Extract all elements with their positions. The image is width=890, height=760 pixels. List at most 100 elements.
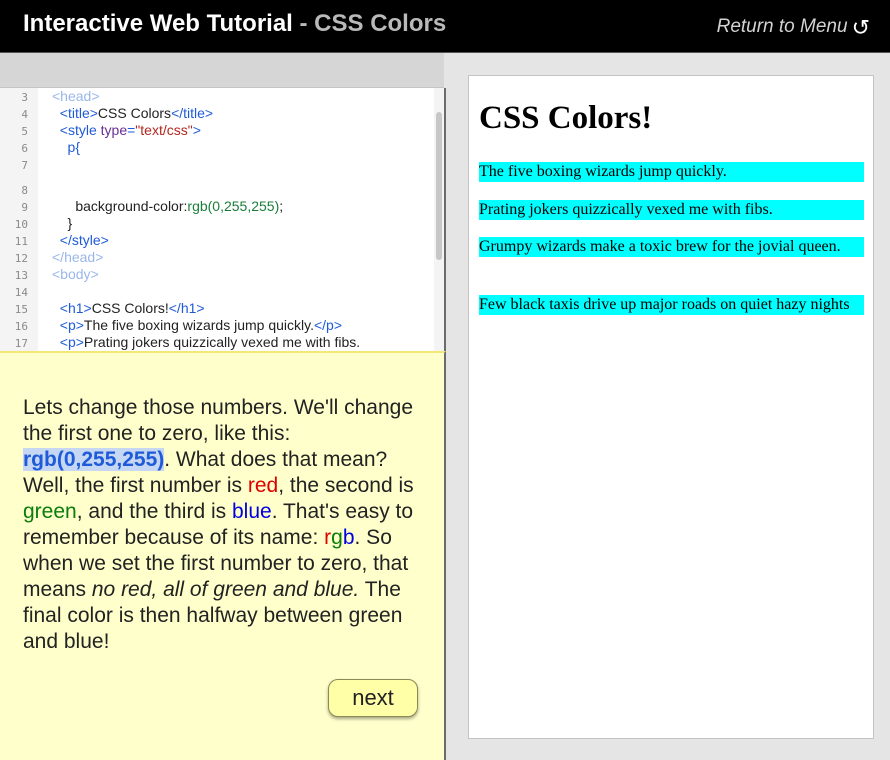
code-text: } xyxy=(52,215,73,232)
code-line[interactable]: 11 </style> xyxy=(0,232,434,249)
line-number: 10 xyxy=(14,218,28,231)
line-number: 5 xyxy=(21,125,28,138)
app-header: Interactive Web Tutorial - CSS Colors Re… xyxy=(0,0,890,53)
page-title: Interactive Web Tutorial - CSS Colors xyxy=(23,10,446,38)
code-line[interactable]: 12 </head> xyxy=(0,249,434,266)
code-token: ; xyxy=(279,198,284,214)
line-number: 7 xyxy=(21,159,28,172)
code-token: </h1> xyxy=(168,300,205,316)
code-line[interactable]: 13 <body> xyxy=(0,266,434,283)
code-text: background-color:rgb(0,255,255); xyxy=(52,198,283,215)
line-number: 4 xyxy=(21,108,28,121)
code-token: } xyxy=(52,215,73,231)
code-token: </title> xyxy=(171,105,214,121)
code-line[interactable]: 6 p{ xyxy=(0,139,434,156)
code-text: <style type="text/css"> xyxy=(52,122,201,139)
code-text: </head> xyxy=(52,249,103,266)
code-token: Prating jokers quizzically vexed me with… xyxy=(83,334,361,350)
code-text: <p>The five boxing wizards jump quickly.… xyxy=(52,317,342,334)
preview-paragraph: Grumpy wizards make a toxic brew for the… xyxy=(479,237,864,257)
code-token: type xyxy=(100,122,128,138)
letter-g: g xyxy=(331,526,343,549)
editor-scroll-thumb[interactable] xyxy=(436,112,442,260)
code-token: <head> xyxy=(52,88,100,104)
code-token: </head> xyxy=(52,249,104,265)
app-title: Interactive Web Tutorial xyxy=(23,10,293,37)
instruction-text-3: , the second is xyxy=(278,474,414,497)
preview-paragraph: Few black taxis drive up major roads on … xyxy=(479,295,864,315)
instruction-panel: Lets change those numbers. We'll change … xyxy=(0,351,446,760)
preview-heading: CSS Colors! xyxy=(479,100,653,136)
code-line[interactable]: 17 <p>Prating jokers quizzically vexed m… xyxy=(0,334,434,351)
line-number: 6 xyxy=(21,142,28,155)
code-token: <body> xyxy=(52,266,99,282)
code-editor[interactable]: 3 <head> 4 <title>CSS Colors</title> 5 <sty… xyxy=(0,88,446,352)
code-token: <h1> xyxy=(59,300,92,316)
code-line[interactable]: 4 <title>CSS Colors</title> xyxy=(0,105,434,122)
code-line[interactable]: 14 xyxy=(0,283,434,300)
code-token: The five boxing wizards jump quickly. xyxy=(83,317,314,333)
code-text: <body> xyxy=(52,266,99,283)
left-pane: 3 <head> 4 <title>CSS Colors</title> 5 <sty… xyxy=(0,53,446,760)
code-text: <h1>CSS Colors!</h1> xyxy=(52,300,205,317)
code-line[interactable]: 3 <head> xyxy=(0,88,434,105)
word-blue: blue xyxy=(231,500,272,523)
code-token: CSS Colors! xyxy=(91,300,169,316)
code-token: > xyxy=(192,122,201,138)
code-token: rgb(0,255,255) xyxy=(187,198,280,214)
code-line[interactable]: 5 <style type="text/css"> xyxy=(0,122,434,139)
instruction-emphasis: no red, all of green and blue. xyxy=(91,578,360,601)
instruction-text-1: Lets change those numbers. We'll change … xyxy=(23,396,414,445)
return-to-menu-label: Return to Menu xyxy=(716,16,848,37)
word-red: red xyxy=(247,474,279,497)
code-token: p{ xyxy=(52,139,81,155)
preview-frame: CSS Colors! The five boxing wizards jump… xyxy=(468,75,874,739)
preview-paragraph: The five boxing wizards jump quickly. xyxy=(479,162,864,182)
code-token: "text/css" xyxy=(135,122,193,138)
code-token: <title> xyxy=(59,105,98,121)
line-number: 17 xyxy=(14,337,28,350)
code-line[interactable]: 9 background-color:rgb(0,255,255); xyxy=(0,198,434,215)
line-number: 13 xyxy=(14,269,28,282)
editor-toolbar xyxy=(0,53,444,88)
code-token: </style> xyxy=(59,232,109,248)
rgb-code-highlight: rgb(0,255,255) xyxy=(23,448,165,471)
code-line[interactable]: 8 xyxy=(0,181,434,198)
code-line[interactable]: 7 xyxy=(0,156,434,173)
return-to-menu-link[interactable]: Return to Menu ↺ xyxy=(716,12,870,40)
next-button[interactable]: next xyxy=(328,679,418,717)
word-green: green xyxy=(23,500,77,523)
code-token: <style xyxy=(59,122,101,138)
line-number: 3 xyxy=(21,91,28,104)
line-number: 8 xyxy=(21,184,28,197)
code-text: </style> xyxy=(52,232,109,249)
lesson-title: CSS Colors xyxy=(314,10,447,37)
code-token: <p> xyxy=(59,334,84,350)
line-number: 9 xyxy=(21,201,28,214)
code-text: <title>CSS Colors</title> xyxy=(52,105,213,122)
line-number: 16 xyxy=(14,320,28,333)
line-number: 15 xyxy=(14,303,28,316)
instruction-text: Lets change those numbers. We'll change … xyxy=(23,395,427,655)
editor-scrollbar[interactable] xyxy=(434,88,444,352)
preview-paragraph: Prating jokers quizzically vexed me with… xyxy=(479,200,864,220)
letter-b: b xyxy=(342,526,355,549)
code-text: p{ xyxy=(52,139,80,156)
code-line[interactable]: 10 } xyxy=(0,215,434,232)
line-number: 14 xyxy=(14,286,28,299)
line-number: 12 xyxy=(14,252,28,265)
code-token: CSS Colors xyxy=(97,105,172,121)
instruction-text-4: , and the third is xyxy=(76,500,232,523)
code-token: background-color: xyxy=(52,198,188,214)
right-pane: CSS Colors! The five boxing wizards jump… xyxy=(446,53,890,760)
code-line[interactable]: 16 <p>The five boxing wizards jump quick… xyxy=(0,317,434,334)
code-line[interactable]: 15 <h1>CSS Colors!</h1> xyxy=(0,300,434,317)
code-text: <p>Prating jokers quizzically vexed me w… xyxy=(52,334,360,351)
title-separator: - xyxy=(292,10,315,37)
